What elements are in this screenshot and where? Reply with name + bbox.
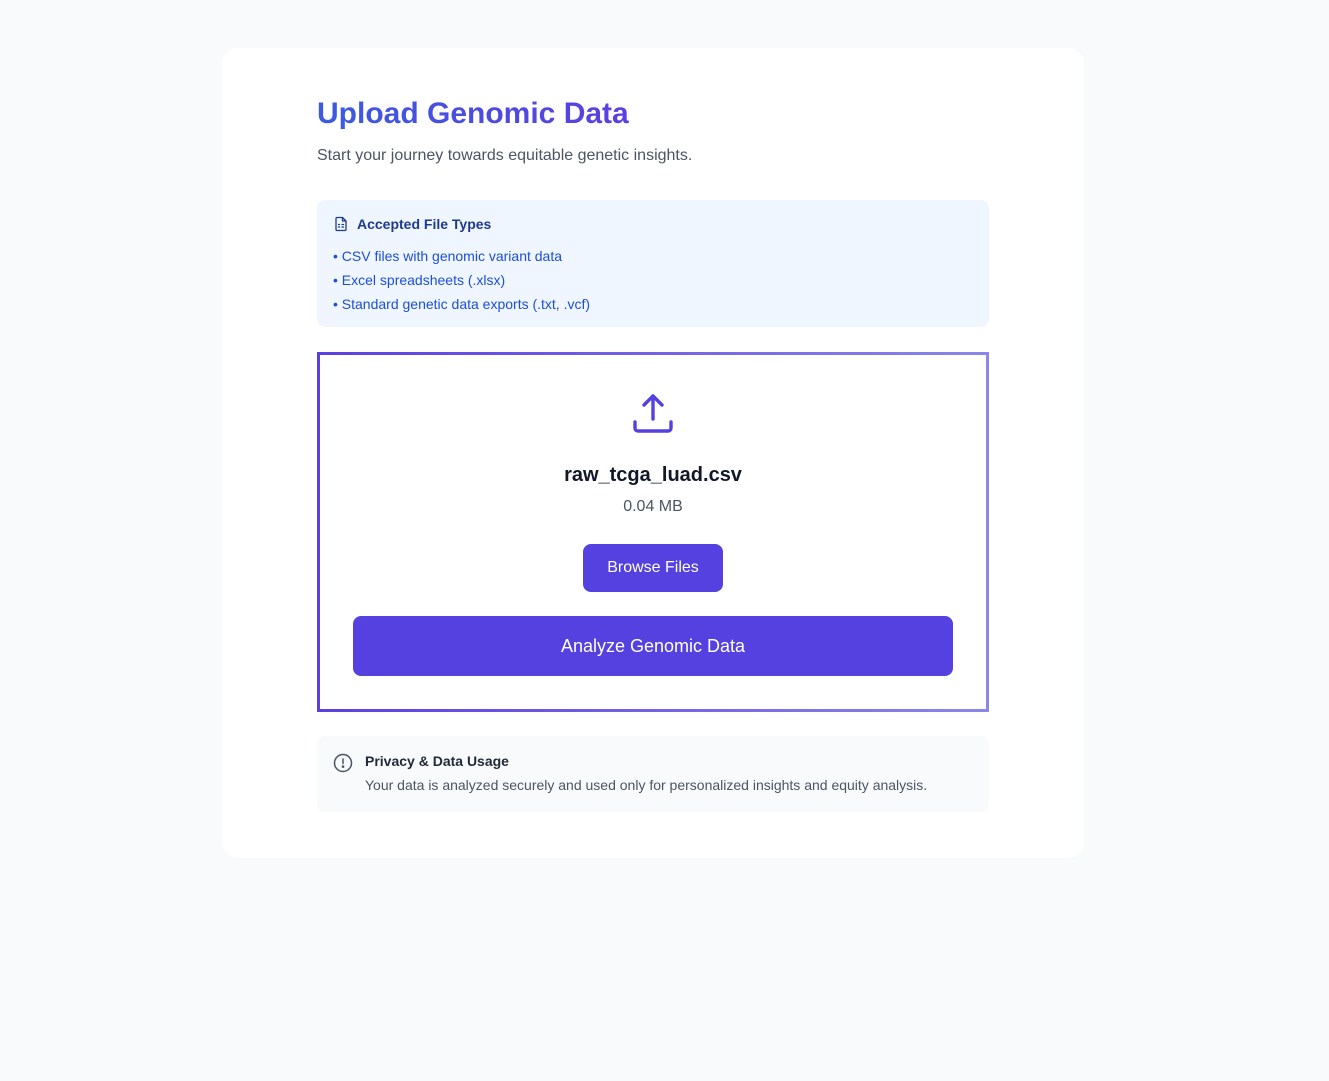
privacy-title: Privacy & Data Usage bbox=[365, 753, 509, 769]
privacy-notice: Privacy & Data Usage Your data is analyz… bbox=[317, 736, 989, 812]
list-item: • Excel spreadsheets (.xlsx) bbox=[333, 272, 506, 288]
accepted-file-types-panel: Accepted File Types • CSV files with gen… bbox=[317, 200, 989, 327]
file-dropzone[interactable]: raw_tcga_luad.csv 0.04 MB Browse Files A… bbox=[317, 352, 989, 712]
accepted-file-types-title: Accepted File Types bbox=[357, 216, 492, 232]
analyze-genomic-data-button[interactable]: Analyze Genomic Data bbox=[353, 616, 953, 676]
page-title: Upload Genomic Data bbox=[317, 97, 629, 130]
file-spreadsheet-icon bbox=[333, 216, 349, 232]
upload-icon bbox=[631, 391, 675, 435]
browse-files-button[interactable]: Browse Files bbox=[583, 544, 723, 592]
accepted-file-types-list: • CSV files with genomic variant data • … bbox=[333, 244, 590, 316]
upload-card: Upload Genomic Data Start your journey t… bbox=[222, 48, 1084, 858]
privacy-text: Your data is analyzed securely and used … bbox=[365, 777, 928, 793]
page-subtitle: Start your journey towards equitable gen… bbox=[317, 147, 693, 164]
list-item: • CSV files with genomic variant data bbox=[333, 248, 563, 264]
selected-file-name: raw_tcga_luad.csv bbox=[564, 464, 742, 486]
accepted-file-types-header: Accepted File Types bbox=[333, 216, 491, 232]
list-item: • Standard genetic data exports (.txt, .… bbox=[333, 296, 591, 312]
alert-circle-icon bbox=[333, 753, 353, 773]
selected-file-size: 0.04 MB bbox=[623, 498, 683, 515]
